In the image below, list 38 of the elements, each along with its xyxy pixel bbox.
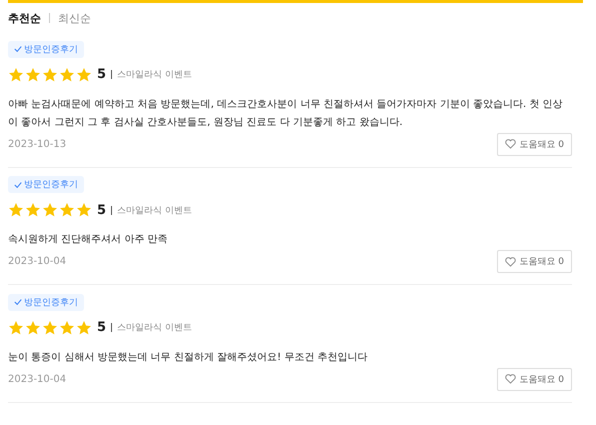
- rating-score: 5: [97, 67, 106, 82]
- star-icon: [8, 202, 24, 218]
- event-label: 스마일라식 이벤트: [117, 69, 192, 81]
- rating-score: 5: [97, 320, 106, 335]
- star-icon: [42, 202, 58, 218]
- star-icon: [8, 66, 24, 82]
- event-label: 스마일라식 이벤트: [117, 322, 192, 334]
- event-label: 스마일라식 이벤트: [117, 204, 192, 216]
- star-icon: [59, 202, 75, 218]
- star-icon: [42, 320, 58, 336]
- star-icon: [25, 320, 41, 336]
- sort-tab[interactable]: 최신순: [58, 10, 91, 26]
- review-date: 2023-10-04: [8, 256, 66, 267]
- star-icon: [42, 66, 58, 82]
- heart-icon: [505, 256, 516, 266]
- star-icon: [25, 66, 41, 82]
- star-icon: [76, 202, 92, 218]
- star-icon: [59, 320, 75, 336]
- rating-score: 5: [97, 202, 106, 218]
- helpful-button[interactable]: 도움돼요 0: [497, 132, 572, 156]
- sort-tab[interactable]: 추천순: [8, 10, 41, 26]
- star-icon: [59, 66, 75, 82]
- review-text: 눈이 통증이 심해서 방문했는데 너무 친절하게 잘해주셨어요! 무조건 추천입니다: [8, 350, 368, 364]
- heart-icon: [505, 139, 516, 149]
- star-icon: [76, 66, 92, 82]
- star-icon: [8, 320, 24, 336]
- helpful-button[interactable]: 도움돼요 0: [497, 250, 572, 273]
- verified-badge: 방문인증후기: [8, 176, 84, 193]
- review-text: 아빠 눈검사때문에 예약하고 처음 방문했는데, 데스크간호사분이 너무 친절하셔서 들어가자마자 기분이 좋았습니다. 첫 인상이 좋아서 그런지 그 후 검사실 간호사분들도, 원장님 진료도 다 기분좋게 하고 왔습니다.: [8, 98, 564, 130]
- verified-badge: 방문인증후기: [8, 294, 84, 310]
- star-icon: [76, 320, 92, 336]
- helpful-button[interactable]: 도움돼요 0: [497, 368, 572, 390]
- verified-badge: 방문인증후기: [8, 40, 84, 58]
- review-date: 2023-10-13: [8, 138, 66, 150]
- heart-icon: [505, 374, 516, 384]
- review-text: 속시원하게 진단해주셔서 아주 만족: [8, 233, 169, 247]
- star-icon: [25, 202, 41, 218]
- review-date: 2023-10-04: [8, 374, 66, 384]
